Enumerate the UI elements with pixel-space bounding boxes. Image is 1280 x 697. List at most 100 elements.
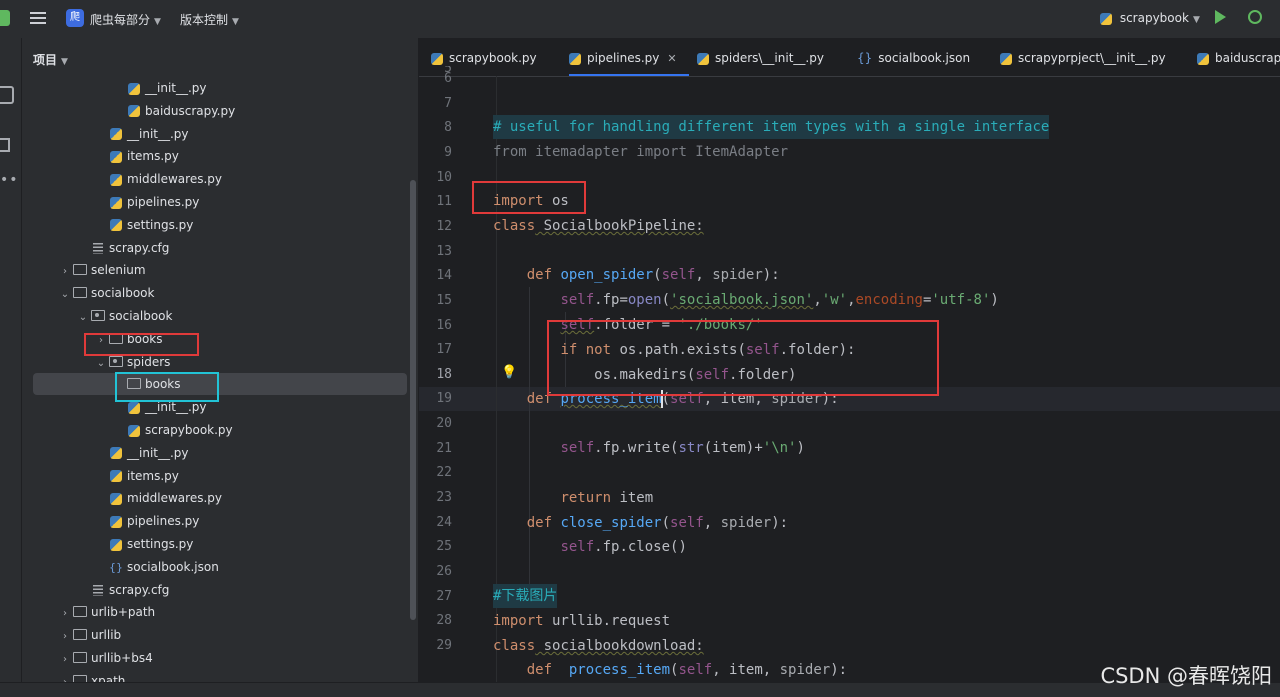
line-number: 17 (436, 342, 452, 358)
python-icon (108, 191, 124, 213)
chevron-right-icon[interactable]: › (58, 626, 72, 648)
tree-row-py[interactable]: middlewares.py (94, 487, 222, 509)
code-line-14: self.fp=open('socialbook.json','w',encod… (560, 292, 999, 308)
watermark: CSDN @春晖饶阳 (1100, 664, 1272, 688)
tree-row-py[interactable]: scrapybook.py (112, 419, 233, 441)
tab-label: scrapybook.py (449, 51, 537, 65)
close-icon[interactable]: ✕ (667, 52, 676, 65)
annotation-cyan-box-books (115, 372, 219, 402)
tree-row-label: spiders (127, 354, 171, 369)
tree-row-folder[interactable]: › urlib+path (58, 601, 155, 623)
tree-row-label: __init__.py (145, 400, 207, 415)
editor-tabs: scrapybook.py pipelines.py ✕ spiders\__in… (419, 38, 1280, 77)
python-icon (431, 52, 443, 65)
tree-row-py[interactable]: pipelines.py (94, 510, 199, 532)
code-editor[interactable]: scrapybook.py pipelines.py ✕ spiders\__in… (419, 38, 1280, 682)
tree-row-py[interactable]: __init__.py (94, 442, 189, 464)
python-icon (569, 52, 581, 65)
code-line-8: from itemadapter import ItemAdapter (493, 144, 789, 160)
python-icon (697, 52, 709, 65)
chevron-down-icon[interactable]: ⌄ (76, 307, 90, 329)
folder-icon (72, 624, 88, 646)
tree-row-cfg[interactable]: scrapy.cfg (76, 579, 169, 601)
tree-row-label: middlewares.py (127, 172, 222, 187)
line-number: 15 (436, 292, 452, 308)
chevron-right-icon[interactable]: › (58, 261, 72, 283)
line-number: 13 (436, 243, 452, 259)
tree-row-py[interactable]: middlewares.py (94, 168, 222, 190)
run-icon[interactable] (1215, 10, 1226, 24)
tree-row-py[interactable]: baiduscrapy.py (112, 100, 235, 122)
annotation-red-box-import (472, 181, 586, 214)
tree-row-cfg[interactable]: scrapy.cfg (76, 237, 169, 259)
run-config-label: scrapybook (1119, 11, 1189, 25)
line-number: 23 (436, 490, 452, 506)
tab-label: baiduscrapy (1215, 51, 1280, 65)
tab-spiders-init[interactable]: spiders\__init__.py (697, 38, 824, 76)
python-icon (108, 442, 124, 464)
chevron-right-icon[interactable]: › (58, 649, 72, 671)
tree-row-py[interactable]: settings.py (94, 214, 193, 236)
tree-row-folder[interactable]: › selenium (58, 259, 146, 281)
line-number: 14 (436, 268, 452, 284)
project-tool-icon[interactable] (0, 86, 14, 104)
line-number: 27 (436, 588, 452, 604)
tree-row-label: pipelines.py (127, 514, 200, 529)
python-icon (1100, 12, 1112, 25)
line-number: 12 (436, 218, 452, 234)
tree-row-folder[interactable]: ⌄ socialbook (58, 282, 155, 306)
line-number: 26 (436, 564, 452, 579)
code-line-22: return item (560, 490, 654, 506)
python-icon (126, 77, 142, 99)
project-badge-icon: 爬 (66, 9, 84, 27)
tree-row-py[interactable]: items.py (94, 145, 179, 167)
tree-row-py[interactable]: pipelines.py (94, 191, 199, 213)
tree-row-py[interactable]: settings.py (94, 533, 193, 555)
tree-row-py[interactable]: items.py (94, 465, 179, 487)
structure-tool-icon[interactable] (0, 138, 10, 152)
project-switcher[interactable]: 爬虫每部分 ▼ (90, 11, 161, 28)
tool-window-strip: •• (0, 38, 22, 696)
chevron-down-icon: ▼ (1192, 15, 1200, 25)
title-bar: 爬 爬虫每部分 ▼ 版本控制 ▼ scrapybook ▼ (0, 0, 1280, 39)
tree-row-label: urlib+path (91, 605, 156, 620)
annotation-red-box-books (84, 333, 199, 356)
tree-row-label: urllib (91, 628, 122, 643)
json-icon: {} (857, 51, 873, 65)
main-menu-icon[interactable] (28, 9, 48, 29)
line-number: 29 (436, 637, 452, 653)
python-icon (108, 168, 124, 190)
line-number: 28 (436, 613, 452, 629)
python-icon (126, 100, 142, 122)
python-icon (108, 487, 124, 509)
code-line-20: self.fp.write(str(item)+'\n') (560, 440, 805, 456)
code-line-7: # useful for handling different item typ… (493, 115, 1050, 139)
tree-row-folder[interactable]: › urllib (58, 624, 121, 646)
intention-bulb-icon[interactable]: 💡 (501, 365, 517, 380)
code-line-26: #下载图片 (493, 584, 558, 608)
tree-row-folder[interactable]: › urllib+bs4 (58, 647, 153, 669)
tree-row-pkg[interactable]: ⌄ socialbook (76, 305, 173, 329)
more-tools-icon[interactable]: •• (0, 172, 19, 188)
tree-row-py[interactable]: __init__.py (112, 77, 207, 99)
tab-scrapyprpject-init[interactable]: scrapyprpject\__init__.py (1000, 38, 1166, 76)
chevron-down-icon[interactable]: ⌄ (58, 284, 72, 306)
chevron-right-icon[interactable]: › (58, 603, 72, 625)
tab-socialbook-json[interactable]: {} socialbook.json (857, 38, 970, 76)
debug-icon[interactable] (1248, 10, 1262, 24)
config-file-icon (90, 237, 106, 259)
line-number: 24 (436, 514, 452, 530)
line-number: 19 (436, 391, 452, 407)
tree-row-py[interactable]: __init__.py (94, 123, 189, 145)
app-logo-icon (0, 10, 10, 26)
tab-baiduscrapy[interactable]: baiduscrapy (1197, 38, 1280, 76)
project-panel-title[interactable]: 项目 ▼ (33, 51, 68, 68)
tree-row-label: settings.py (127, 537, 194, 551)
code-line-28: class socialbookdownload: (493, 638, 704, 654)
tree-row-label: selenium (91, 263, 146, 278)
tree-row-json[interactable]: {} socialbook.json (94, 556, 219, 578)
tree-scrollbar[interactable] (410, 180, 416, 620)
tab-pipelines[interactable]: pipelines.py ✕ (569, 38, 689, 76)
run-config-selector[interactable]: scrapybook ▼ (1100, 11, 1200, 25)
vcs-menu[interactable]: 版本控制 ▼ (180, 11, 239, 28)
